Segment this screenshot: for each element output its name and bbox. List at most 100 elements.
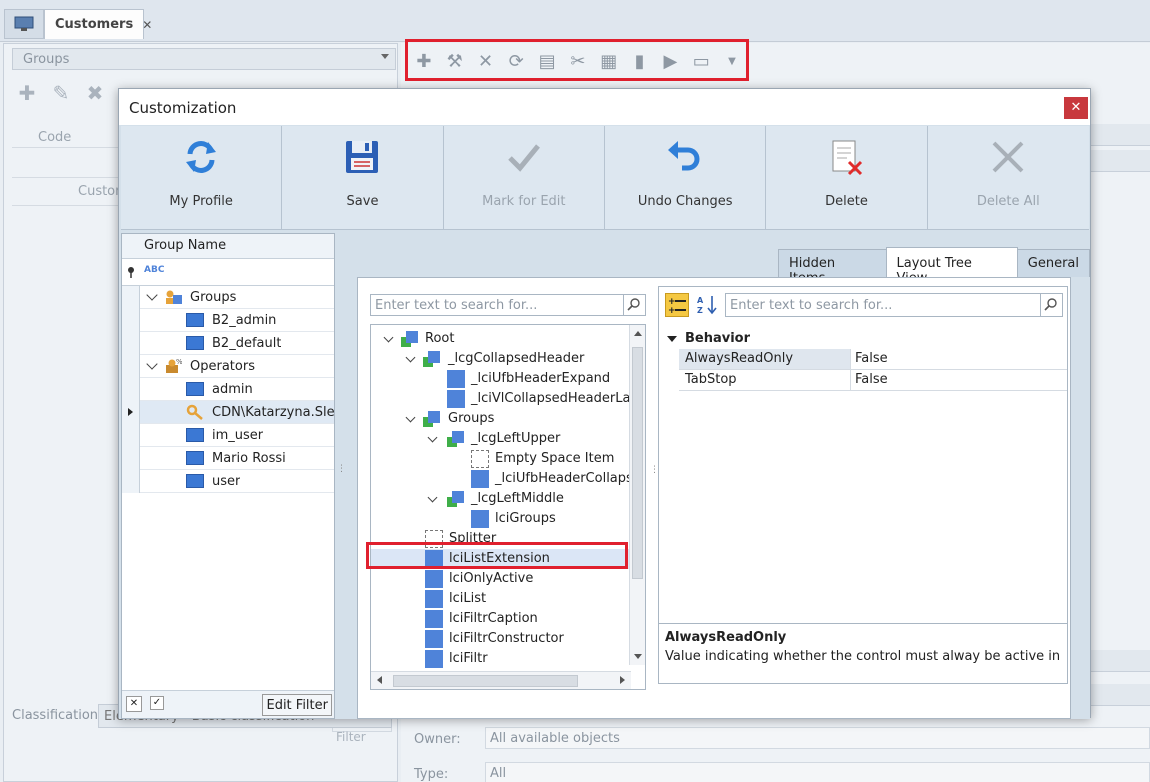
tree-item-root[interactable]: Root [371,329,629,349]
clear-filter-button[interactable]: ✕ [126,696,142,712]
scroll-right-icon[interactable] [620,676,625,684]
dialog-title: Customization [119,89,1090,125]
group-row-groups[interactable]: Groups [122,286,334,309]
scroll-thumb[interactable] [632,347,643,579]
monitor-tab[interactable] [4,9,44,39]
property-grid: + + AZ Enter text to search for... Behavi… [658,286,1068,684]
list-item-icon [186,474,204,488]
chevron-down-icon[interactable] [405,352,416,363]
property-row-tabstop[interactable]: TabStop False [679,370,1067,391]
list-item-icon [186,336,204,350]
chevron-down-icon[interactable] [405,412,416,423]
edit-icon[interactable]: ✎ [50,82,72,104]
tab-layout-tree-view[interactable]: Layout Tree View [885,247,1018,286]
key-icon [186,404,204,420]
tab-general[interactable]: General [1016,249,1090,277]
group-row-admin[interactable]: admin [122,378,334,401]
delete-button[interactable]: Delete [766,126,928,230]
app-tab-bar: Customers ✕ [0,0,1150,42]
group-row-user[interactable]: user [122,470,334,493]
scroll-thumb[interactable] [393,675,578,687]
tree-item-lcilist[interactable]: lciList [371,589,629,609]
tree-item-groups[interactable]: Groups [371,409,629,429]
tree-item-lcgleftmiddle[interactable]: _lcgLeftMiddle [371,489,629,509]
edit-filter-button[interactable]: Edit Filter [262,694,332,716]
layout-item-icon [447,370,465,388]
undo-changes-button[interactable]: Undo Changes [604,126,767,230]
scroll-up-icon[interactable] [634,331,642,336]
group-name-header[interactable]: Group Name [122,234,334,259]
my-profile-button[interactable]: My Profile [121,126,283,230]
search-icon[interactable] [1040,294,1062,316]
property-description: AlwaysReadOnly Value indicating whether … [659,623,1067,683]
grid-filter-row[interactable]: ABC [122,259,334,286]
scroll-down-icon[interactable] [634,654,642,659]
chevron-down-icon[interactable] [427,492,438,503]
layout-group-icon [423,411,440,427]
category-behavior[interactable]: Behavior [659,329,1067,349]
tree-item-lcgleftupper[interactable]: _lcgLeftUpper [371,429,629,449]
delete-all-button[interactable]: Delete All [927,126,1089,230]
tree-item-lcigroups[interactable]: lciGroups [371,509,629,529]
type-label: Type: [414,767,449,782]
tree-item-lcifiltrconstructor[interactable]: lciFiltrConstructor [371,629,629,649]
grid-row: Custom [12,178,128,206]
collapse-triangle-icon[interactable] [667,336,677,342]
tree-item-lciufbheaderexpand[interactable]: _lciUfbHeaderExpand [371,369,629,389]
tree-search-input[interactable]: Enter text to search for... [370,294,646,316]
property-search-input[interactable]: Enter text to search for... [725,293,1063,317]
tree-vertical-scrollbar[interactable] [629,325,645,665]
monitor-icon [14,16,34,31]
close-tab-icon[interactable]: ✕ [142,18,152,32]
type-field[interactable]: All [485,762,1150,782]
layout-group-icon [423,351,440,367]
group-grid: Group Name ABC Groups B2_admin B2_defaul… [121,233,335,719]
tab-hidden-items[interactable]: Hidden Items [778,249,887,286]
background-grid: Code Custom [12,126,128,206]
chevron-down-icon[interactable] [383,332,394,343]
scroll-left-icon[interactable] [377,676,382,684]
owner-field[interactable]: All available objects [485,727,1150,749]
layout-tree-view-panel: Enter text to search for... Root _lcgCol… [357,277,1071,719]
add-icon[interactable]: ✚ [16,82,38,104]
toolbar-highlight-box [405,39,749,81]
group-row-mario-rossi[interactable]: Mario Rossi [122,447,334,470]
customers-tab[interactable]: Customers ✕ [44,9,152,39]
filter-enabled-checkbox[interactable]: ✓ [150,696,164,710]
group-row-im-user[interactable]: im_user [122,424,334,447]
search-icon[interactable] [623,295,645,315]
svg-text:+: + [668,306,676,316]
sort-alphabetical-icon[interactable]: AZ [695,293,719,317]
svg-text:A: A [697,296,704,305]
tree-item-lcgcollapsedheader[interactable]: _lcgCollapsedHeader [371,349,629,369]
tree-item-lcivlcollapsedheaderlabel[interactable]: _lciVlCollapsedHeaderLabel [371,389,629,409]
property-row-alwaysreadonly[interactable]: AlwaysReadOnly False [679,349,1067,370]
chevron-down-icon[interactable] [427,432,438,443]
pin-icon [128,267,134,278]
tools-icon[interactable]: ✖ [84,82,106,104]
groups-combo[interactable]: Groups [12,48,396,70]
operators-icon: % [164,358,183,374]
grid-footer: ✕ ✓ Edit Filter [122,690,334,718]
layout-item-icon [471,470,489,488]
group-row-b2-default[interactable]: B2_default [122,332,334,355]
tree-item-lcionlyactive[interactable]: lciOnlyActive [371,569,629,589]
delete-doc-icon [832,140,863,176]
layout-item-icon [471,510,489,528]
code-header: Code [12,126,127,148]
empty-space-icon [471,450,489,468]
tree-horizontal-scrollbar[interactable] [371,671,631,689]
tree-item-lciufbheadercollapse[interactable]: _lciUfbHeaderCollapse [371,469,629,489]
group-row-operators[interactable]: % Operators [122,355,334,378]
group-row-cdn-katarzyna[interactable]: CDN\Katarzyna.Sle... [122,401,334,424]
tree-item-lcifiltr[interactable]: lciFiltr [371,649,629,669]
group-row-b2-admin[interactable]: B2_admin [122,309,334,332]
layout-group-icon [447,431,464,447]
save-button[interactable]: Save [282,126,444,230]
mark-for-edit-button[interactable]: Mark for Edit [443,126,605,230]
tree-item-lcifiltrcaption[interactable]: lciFiltrCaption [371,609,629,629]
tree-item-empty-space-item[interactable]: Empty Space Item [371,449,629,469]
categorized-icon[interactable]: + + [665,293,689,317]
close-icon[interactable]: ✕ [1064,97,1088,119]
splitter-handle[interactable]: ⋮ [337,465,346,474]
